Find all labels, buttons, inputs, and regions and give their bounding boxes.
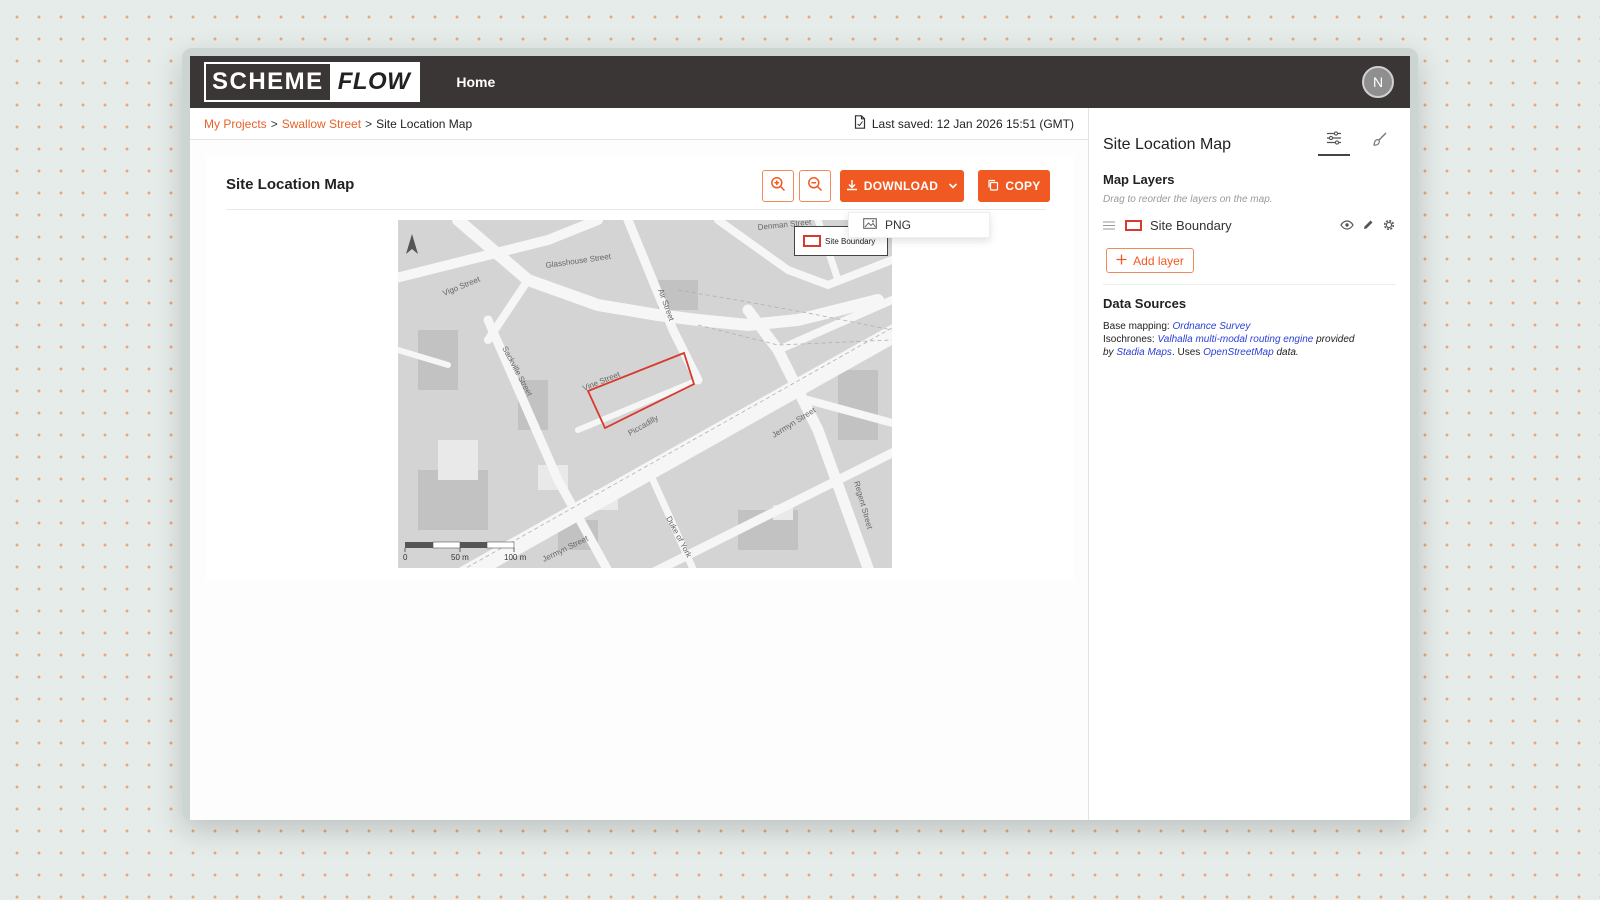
zoom-in-button[interactable] <box>762 170 794 202</box>
source-label: Base mapping: <box>1103 321 1170 332</box>
source-text: . Uses <box>1171 347 1201 358</box>
chevron-down-icon <box>948 179 958 193</box>
zoom-out-icon <box>807 176 823 197</box>
logo-part-2: FLOW <box>329 64 419 100</box>
add-layer-button[interactable]: Add layer <box>1106 248 1194 273</box>
divider <box>226 209 1046 210</box>
zoom-in-icon <box>770 176 786 197</box>
map-canvas: Glasshouse Street Vigo Street Denman Str… <box>398 220 892 568</box>
card-title: Site Location Map <box>226 176 355 193</box>
layer-actions <box>1340 218 1396 232</box>
sliders-icon <box>1326 130 1342 150</box>
copy-label: COPY <box>1005 179 1041 193</box>
stadia-maps-link[interactable]: Stadia Maps <box>1116 347 1172 358</box>
scale-label: 100 m <box>504 553 527 562</box>
dropdown-option-label: PNG <box>885 218 912 232</box>
download-icon <box>846 179 858 194</box>
scale-label: 50 m <box>451 553 469 562</box>
logo[interactable]: SCHEME FLOW <box>204 62 421 102</box>
legend-swatch <box>803 235 821 247</box>
breadcrumb-separator: > <box>270 116 278 131</box>
openstreetmap-link[interactable]: OpenStreetMap <box>1203 347 1274 358</box>
copy-button[interactable]: COPY <box>978 170 1050 202</box>
valhalla-link[interactable]: Valhalla multi-modal routing engine <box>1157 334 1313 345</box>
gear-icon[interactable] <box>1382 218 1396 232</box>
breadcrumb-separator: > <box>365 116 373 131</box>
layer-name: Site Boundary <box>1150 217 1232 233</box>
main-area: My Projects > Swallow Street > Site Loca… <box>190 108 1088 820</box>
scale-label: 0 <box>403 553 408 562</box>
source-label: Isochrones: <box>1103 334 1155 345</box>
site-map[interactable]: Glasshouse Street Vigo Street Denman Str… <box>398 220 892 568</box>
app-window: SCHEME FLOW Home N My Projects > Swallow… <box>182 48 1418 820</box>
map-layers-hint: Drag to reorder the layers on the map. <box>1103 194 1273 205</box>
side-panel: Site Location Map Map Layers Drag to reo… <box>1088 108 1410 820</box>
download-option-png[interactable]: PNG <box>848 212 990 238</box>
image-icon <box>863 218 877 232</box>
last-saved: Last saved: 12 Jan 2026 15:51 (GMT) <box>854 115 1074 132</box>
copy-icon <box>987 179 999 194</box>
brush-icon <box>1372 131 1388 152</box>
data-sources-heading: Data Sources <box>1103 296 1187 311</box>
layers-tab[interactable] <box>1318 126 1350 156</box>
download-button[interactable]: DOWNLOAD <box>840 170 964 202</box>
pencil-icon[interactable] <box>1362 219 1374 231</box>
user-avatar[interactable]: N <box>1362 66 1394 98</box>
map-layers-heading: Map Layers <box>1103 172 1175 187</box>
logo-part-1: SCHEME <box>206 64 330 100</box>
breadcrumb-current: Site Location Map <box>376 116 473 131</box>
panel-tools <box>1318 126 1396 156</box>
source-text: data. <box>1276 347 1299 358</box>
app: SCHEME FLOW Home N My Projects > Swallow… <box>190 56 1410 820</box>
source-text: by <box>1103 347 1114 358</box>
panel-title: Site Location Map <box>1103 136 1232 153</box>
eye-icon[interactable] <box>1340 220 1354 230</box>
map-card: Site Location Map DOWNLOAD COPY PNG Glas… <box>206 156 1074 580</box>
ordnance-survey-link[interactable]: Ordnance Survey <box>1173 321 1251 332</box>
plus-icon <box>1116 254 1127 268</box>
breadcrumb-bar: My Projects > Swallow Street > Site Loca… <box>190 108 1088 140</box>
zoom-out-button[interactable] <box>799 170 831 202</box>
top-bar: SCHEME FLOW Home N <box>190 56 1410 108</box>
drag-handle-icon[interactable] <box>1103 218 1115 233</box>
divider <box>1103 284 1396 285</box>
add-layer-label: Add layer <box>1133 253 1184 268</box>
breadcrumb-project[interactable]: Swallow Street <box>282 117 361 131</box>
nav-home-link[interactable]: Home <box>456 74 495 90</box>
source-text: provided <box>1316 334 1355 345</box>
data-sources-text: Base mapping: Ordnance Survey Isochrones… <box>1103 320 1398 359</box>
last-saved-text: Last saved: 12 Jan 2026 15:51 (GMT) <box>871 116 1074 131</box>
breadcrumb-my-projects[interactable]: My Projects <box>204 117 267 131</box>
style-tab[interactable] <box>1364 126 1396 156</box>
layer-swatch <box>1125 219 1142 231</box>
download-label: DOWNLOAD <box>863 179 939 193</box>
document-icon <box>854 115 866 132</box>
layer-row[interactable]: Site Boundary <box>1103 214 1396 236</box>
